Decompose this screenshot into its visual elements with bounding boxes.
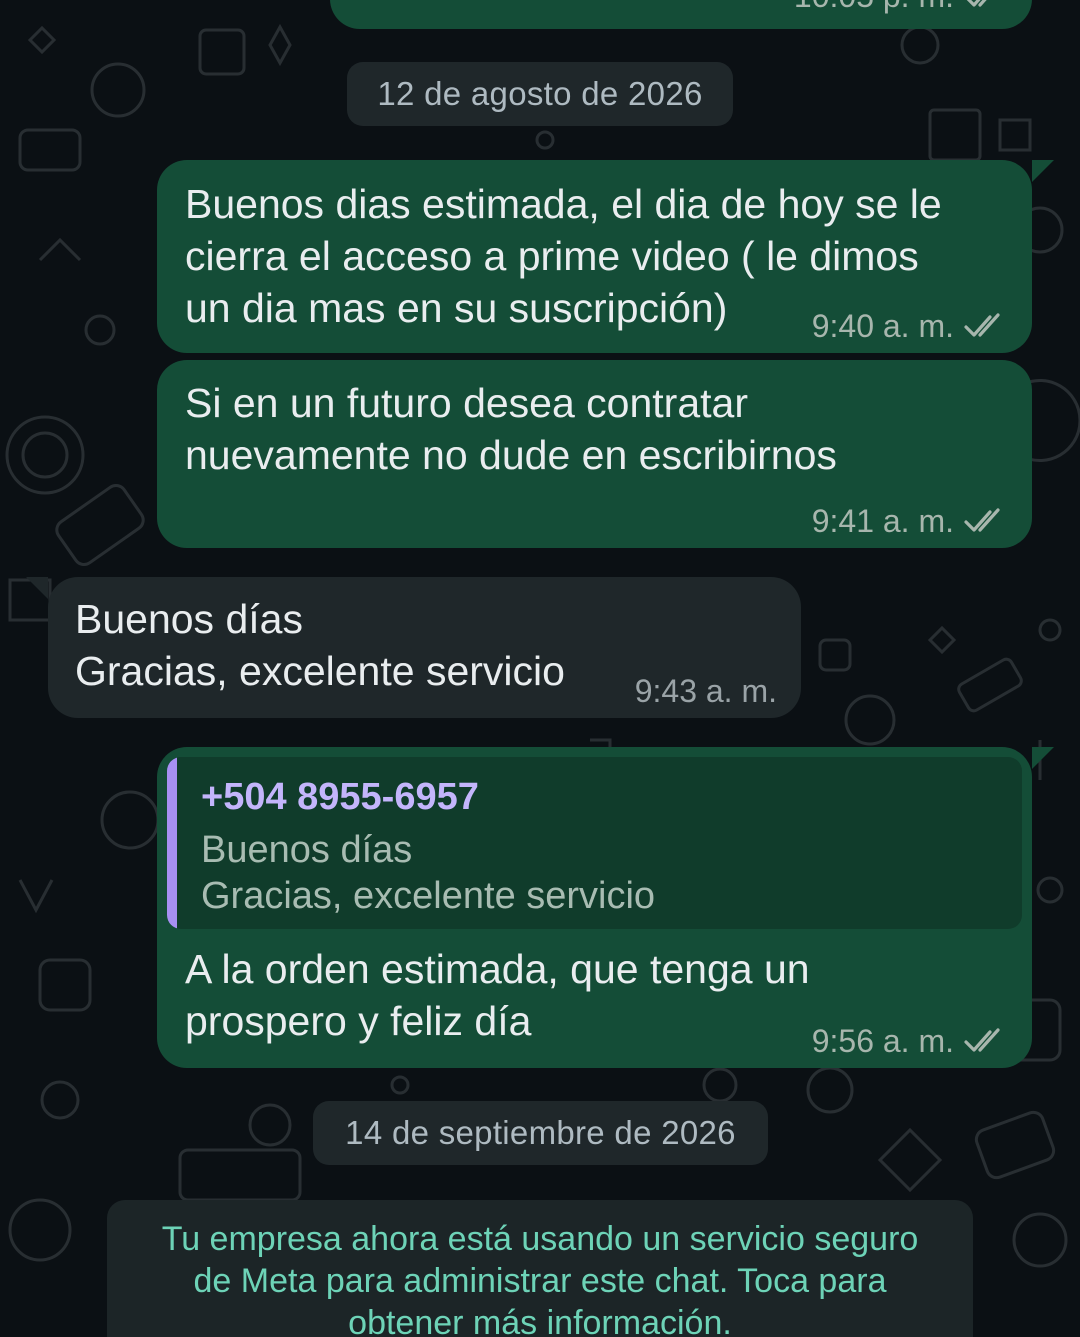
message-meta: 10:05 p. m. <box>794 0 1008 15</box>
double-check-icon <box>964 313 1000 337</box>
double-check-icon <box>964 508 1000 532</box>
message-text: Si en un futuro desea contratar nuevamen… <box>185 380 837 478</box>
message-meta: 9:40 a. m. <box>812 307 1008 345</box>
message-text: A la orden estimada, que tenga un prospe… <box>185 946 810 1044</box>
bubble-tail <box>1032 747 1054 769</box>
system-notice-meta-service[interactable]: Tu empresa ahora está usando un servicio… <box>107 1200 973 1337</box>
message-time: 9:43 a. m. <box>634 673 777 709</box>
quote-author: +504 8955-6957 <box>201 776 479 818</box>
message-bubble-outgoing[interactable]: Si en un futuro desea contratar nuevamen… <box>157 360 1032 548</box>
message-bubble-partial[interactable]: 10:05 p. m. <box>330 0 1032 29</box>
date-label: 14 de septiembre de 2026 <box>345 1114 736 1151</box>
chat-window: 10:05 p. m. 12 de agosto de 2026 Buenos … <box>0 0 1080 1337</box>
quote-text: Buenos días Gracias, excelente servicio <box>201 829 656 917</box>
date-separator: 12 de agosto de 2026 <box>347 62 733 126</box>
bubble-tail <box>26 577 48 599</box>
message-time: 9:40 a. m. <box>811 308 954 344</box>
quoted-message[interactable]: +504 8955-6957 Buenos días Gracias, exce… <box>167 757 1022 929</box>
message-time: 9:41 a. m. <box>811 503 954 539</box>
message-meta: 9:41 a. m. <box>812 502 1008 540</box>
message-time: 9:56 a. m. <box>811 1023 954 1059</box>
double-check-icon <box>966 0 987 7</box>
system-notice-text: Tu empresa ahora está usando un servicio… <box>161 1220 919 1337</box>
message-time: 10:05 p. m. <box>794 0 954 15</box>
message-meta: 9:56 a. m. <box>812 1022 1008 1060</box>
date-separator: 14 de septiembre de 2026 <box>313 1101 768 1165</box>
bubble-tail <box>1032 160 1054 182</box>
message-bubble-outgoing[interactable]: Buenos dias estimada, el dia de hoy se l… <box>157 160 1054 353</box>
date-label: 12 de agosto de 2026 <box>377 75 703 112</box>
double-check-icon <box>964 1028 1000 1052</box>
message-text: Buenos días Gracias, excelente servicio <box>75 596 565 694</box>
message-bubble-incoming[interactable]: Buenos días Gracias, excelente servicio … <box>26 577 801 718</box>
message-bubble-outgoing[interactable]: +504 8955-6957 Buenos días Gracias, exce… <box>157 747 1054 1068</box>
quote-accent-bar <box>167 757 177 929</box>
message-meta: 9:43 a. m. <box>635 672 777 710</box>
